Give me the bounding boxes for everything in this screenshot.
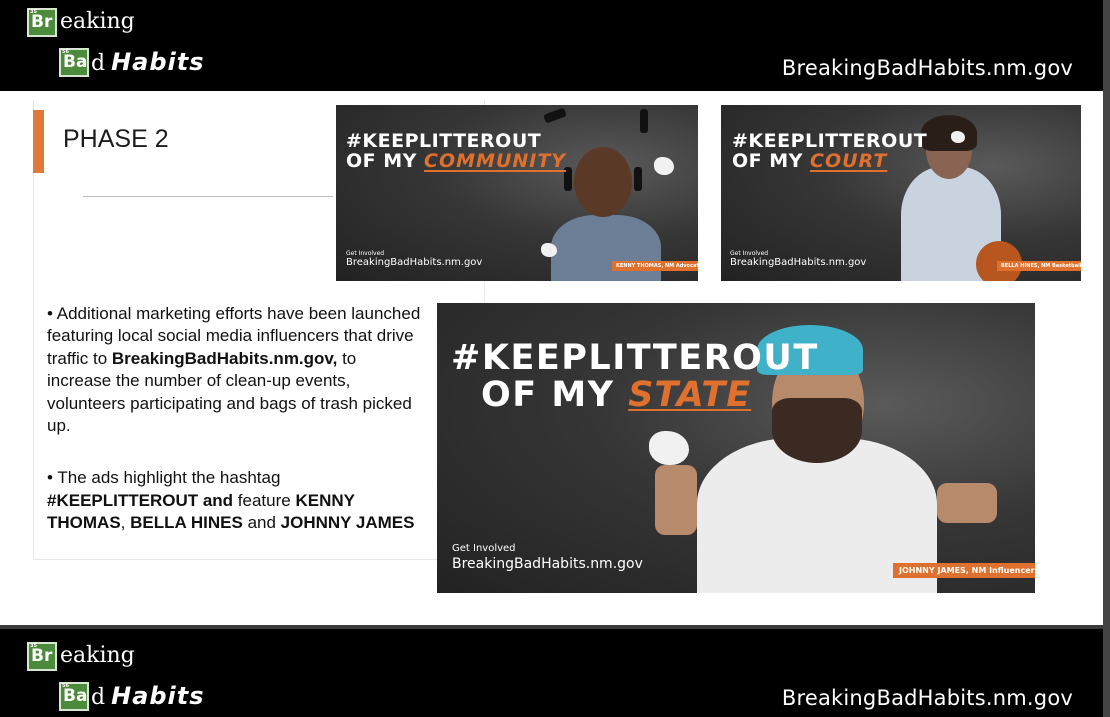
header-url[interactable]: BreakingBadHabits.nm.gov [782,56,1073,80]
ad-court-headline: #KEEPLITTEROUT OF MY COURT [732,130,928,172]
logo-text-d-habits: d Habits [91,48,205,76]
breaking-bad-habits-logo-footer: 35 Br eaking 56 Ba d Habits [27,642,227,712]
logo-text-eaking: eaking [60,643,135,668]
logo-text-eaking: eaking [60,9,135,34]
bullet-2: • The ads highlight the hashtag #KEEPLIT… [47,468,415,533]
periodic-element-ba: 56 Ba [59,682,89,711]
ad-state-headline: #KEEPLITTEROUT OF MY STATE [451,338,819,415]
header-bar: 35 Br eaking 56 Ba d Habits BreakingBadHabi… [0,0,1103,91]
slide-title: PHASE 2 [63,125,169,153]
bullet-1: • Additional marketing efforts have been… [47,304,421,436]
ad-state-cta: Get Involved BreakingBadHabits.nm.gov [452,543,643,572]
ad-community: #KEEPLITTEROUT OF MY COMMUNITY Get Invol… [336,105,698,281]
slide-page: 35 Br eaking 56 Ba d Habits BreakingBadHabi… [0,0,1103,717]
title-divider [83,196,333,197]
periodic-element-br: 35 Br [27,642,57,671]
footer-bar: 35 Br eaking 56 Ba d Habits BreakingBadHabi… [0,625,1103,717]
ad-community-cta: Get Involved BreakingBadHabits.nm.gov [346,250,483,268]
breaking-bad-habits-logo: 35 Br eaking 56 Ba d Habits [27,8,227,78]
ad-court-cta: Get Involved BreakingBadHabits.nm.gov [730,250,867,268]
bullet-list: • Additional marketing efforts have been… [47,303,425,535]
logo-text-d-habits: d Habits [91,682,205,710]
periodic-element-br: 35 Br [27,8,57,37]
ad-court: #KEEPLITTEROUT OF MY COURT Get Involved … [721,105,1081,281]
window-edge [1103,0,1110,717]
ad-state-credit: JOHNNY JAMES, NM Influencer [893,563,1035,578]
title-accent-bar [33,110,44,173]
periodic-element-ba: 56 Ba [59,48,89,77]
ad-court-credit: BELLA HINES, NM Basketball Star [997,261,1081,271]
ad-state: #KEEPLITTEROUT OF MY STATE Get Involved … [437,303,1035,593]
ad-community-headline: #KEEPLITTEROUT OF MY COMMUNITY [346,130,567,172]
ad-community-credit: KENNY THOMAS, NM Advocate [612,261,698,271]
footer-url[interactable]: BreakingBadHabits.nm.gov [782,686,1073,710]
